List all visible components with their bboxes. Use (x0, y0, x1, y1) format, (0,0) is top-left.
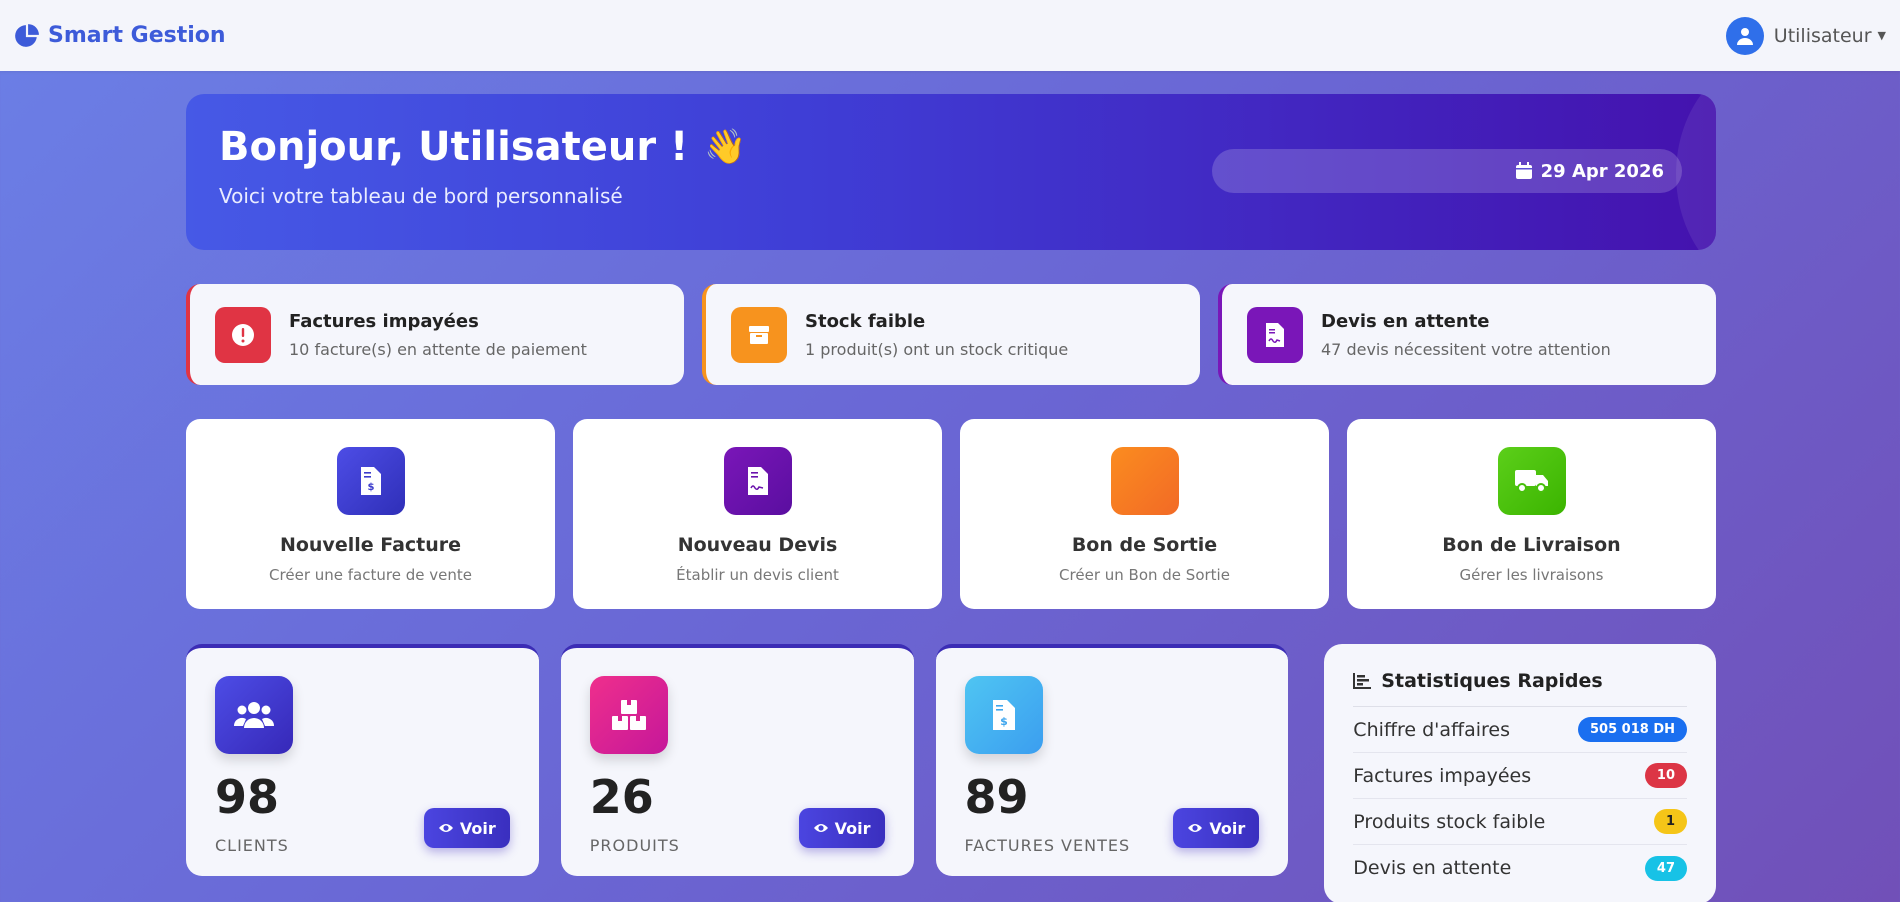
calendar-icon (1515, 162, 1532, 179)
chart-bar-icon (1353, 673, 1372, 689)
alert-text: 1 produit(s) ont un stock critique (805, 339, 1069, 359)
svg-text:$: $ (1000, 715, 1008, 728)
date-badge: 29 Apr 2026 (1212, 149, 1682, 193)
caret-down-icon: ▼ (1877, 29, 1886, 42)
quick-stat-row: Factures impayées 10 (1353, 753, 1688, 799)
action-text: Créer un Bon de Sortie (1059, 566, 1230, 584)
boxes-icon (611, 700, 646, 730)
file-signature-icon (747, 467, 768, 495)
invoice-icon-box: $ (336, 447, 405, 515)
view-button-label: Voir (459, 818, 496, 838)
action-text: Établir un devis client (676, 566, 839, 584)
quick-stat-label: Produits stock faible (1353, 810, 1546, 833)
view-button-label: Voir (834, 818, 871, 838)
view-button-label: Voir (1209, 818, 1246, 838)
clients-stat-card: 98 CLIENTS Voir (186, 644, 539, 876)
users-icon-box (215, 676, 293, 754)
top-navbar: Smart Gestion Utilisateur ▼ (0, 0, 1900, 71)
eye-icon (438, 824, 453, 832)
pie-chart-icon (15, 23, 39, 47)
quick-stat-row: Devis en attente 47 (1353, 845, 1688, 891)
alert-text: 10 facture(s) en attente de paiement (289, 339, 587, 359)
action-title: Bon de Livraison (1442, 534, 1621, 556)
alert-icon-box (215, 306, 271, 363)
exclamation-circle-icon (232, 323, 254, 346)
quick-stats-panel: Statistiques Rapides Chiffre d'affaires … (1324, 644, 1717, 902)
exit-slip-card[interactable]: Bon de Sortie Créer un Bon de Sortie (960, 419, 1329, 609)
user-name: Utilisateur (1773, 24, 1872, 47)
pending-quotes-badge: 47 (1644, 855, 1688, 881)
view-products-button[interactable]: Voir (798, 808, 885, 848)
welcome-banner: Bonjour, Utilisateur ! 👋 Voici votre tab… (186, 94, 1716, 250)
stats-row: 98 CLIENTS Voir 26 PRODUITS Voir $ 89 FA… (186, 644, 1717, 902)
main-container: Bonjour, Utilisateur ! 👋 Voici votre tab… (186, 94, 1717, 902)
alert-icon-box (1247, 306, 1303, 363)
boxes-icon-box (589, 676, 668, 754)
alert-low-stock[interactable]: Stock faible 1 produit(s) ont un stock c… (702, 284, 1200, 385)
alert-pending-quotes[interactable]: Devis en attente 47 devis nécessitent vo… (1218, 284, 1716, 385)
file-invoice-dollar-icon: $ (992, 700, 1015, 730)
exit-slip-icon-box (1110, 447, 1179, 515)
file-signature-icon (1266, 322, 1284, 347)
unpaid-badge: 10 (1644, 763, 1688, 788)
current-date: 29 Apr 2026 (1540, 160, 1664, 182)
quick-stat-row: Chiffre d'affaires 505 018 DH (1353, 707, 1688, 753)
alert-title: Stock faible (805, 310, 926, 332)
greeting-text: Bonjour, Utilisateur ! (219, 124, 689, 170)
quick-stat-label: Factures impayées (1353, 764, 1532, 787)
action-text: Créer une facture de vente (269, 566, 472, 584)
invoice-icon-box: $ (964, 676, 1043, 754)
truck-icon (1514, 470, 1548, 493)
sales-invoices-stat-card: $ 89 FACTURES VENTES Voir (935, 644, 1289, 876)
quick-stat-label: Chiffre d'affaires (1353, 718, 1511, 741)
quick-stat-row: Produits stock faible 1 (1353, 799, 1688, 845)
box-icon (749, 325, 769, 344)
revenue-badge: 505 018 DH (1578, 717, 1688, 742)
low-stock-badge: 1 (1653, 809, 1688, 834)
quote-icon-box (723, 447, 792, 515)
alert-title: Factures impayées (289, 310, 479, 332)
quick-stat-label: Devis en attente (1353, 857, 1512, 879)
alert-unpaid-invoices[interactable]: Factures impayées 10 facture(s) en atten… (186, 284, 684, 385)
action-title: Bon de Sortie (1071, 534, 1218, 556)
alert-text: 47 devis nécessitent votre attention (1321, 339, 1611, 359)
delivery-icon-box (1497, 447, 1566, 515)
brand-name: Smart Gestion (48, 23, 226, 48)
view-sales-invoices-button[interactable]: Voir (1173, 808, 1260, 848)
waving-hand-icon: 👋 (704, 127, 747, 167)
eye-icon (813, 824, 828, 832)
eye-icon (1188, 824, 1203, 832)
products-stat-card: 26 PRODUITS Voir (560, 644, 914, 876)
new-invoice-card[interactable]: $ Nouvelle Facture Créer une facture de … (186, 419, 555, 609)
alert-title: Devis en attente (1321, 310, 1490, 332)
action-title: Nouveau Devis (677, 534, 838, 556)
view-clients-button[interactable]: Voir (423, 808, 510, 848)
svg-text:$: $ (367, 482, 374, 493)
file-invoice-dollar-icon: $ (360, 467, 381, 495)
alert-icon-box (731, 306, 787, 363)
brand-link[interactable]: Smart Gestion (14, 23, 226, 49)
quick-stats-title: Statistiques Rapides (1353, 670, 1688, 707)
action-text: Gérer les livraisons (1459, 566, 1604, 584)
new-quote-card[interactable]: Nouveau Devis Établir un devis client (573, 419, 942, 609)
quick-stats-title-text: Statistiques Rapides (1381, 670, 1603, 692)
quick-actions-row: $ Nouvelle Facture Créer une facture de … (186, 419, 1716, 609)
users-icon (233, 702, 275, 728)
action-title: Nouvelle Facture (279, 534, 462, 556)
delivery-note-card[interactable]: Bon de Livraison Gérer les livraisons (1347, 419, 1716, 609)
user-menu[interactable]: Utilisateur ▼ (1725, 16, 1886, 55)
user-avatar-icon (1725, 16, 1764, 55)
alerts-row: Factures impayées 10 facture(s) en atten… (186, 284, 1716, 385)
